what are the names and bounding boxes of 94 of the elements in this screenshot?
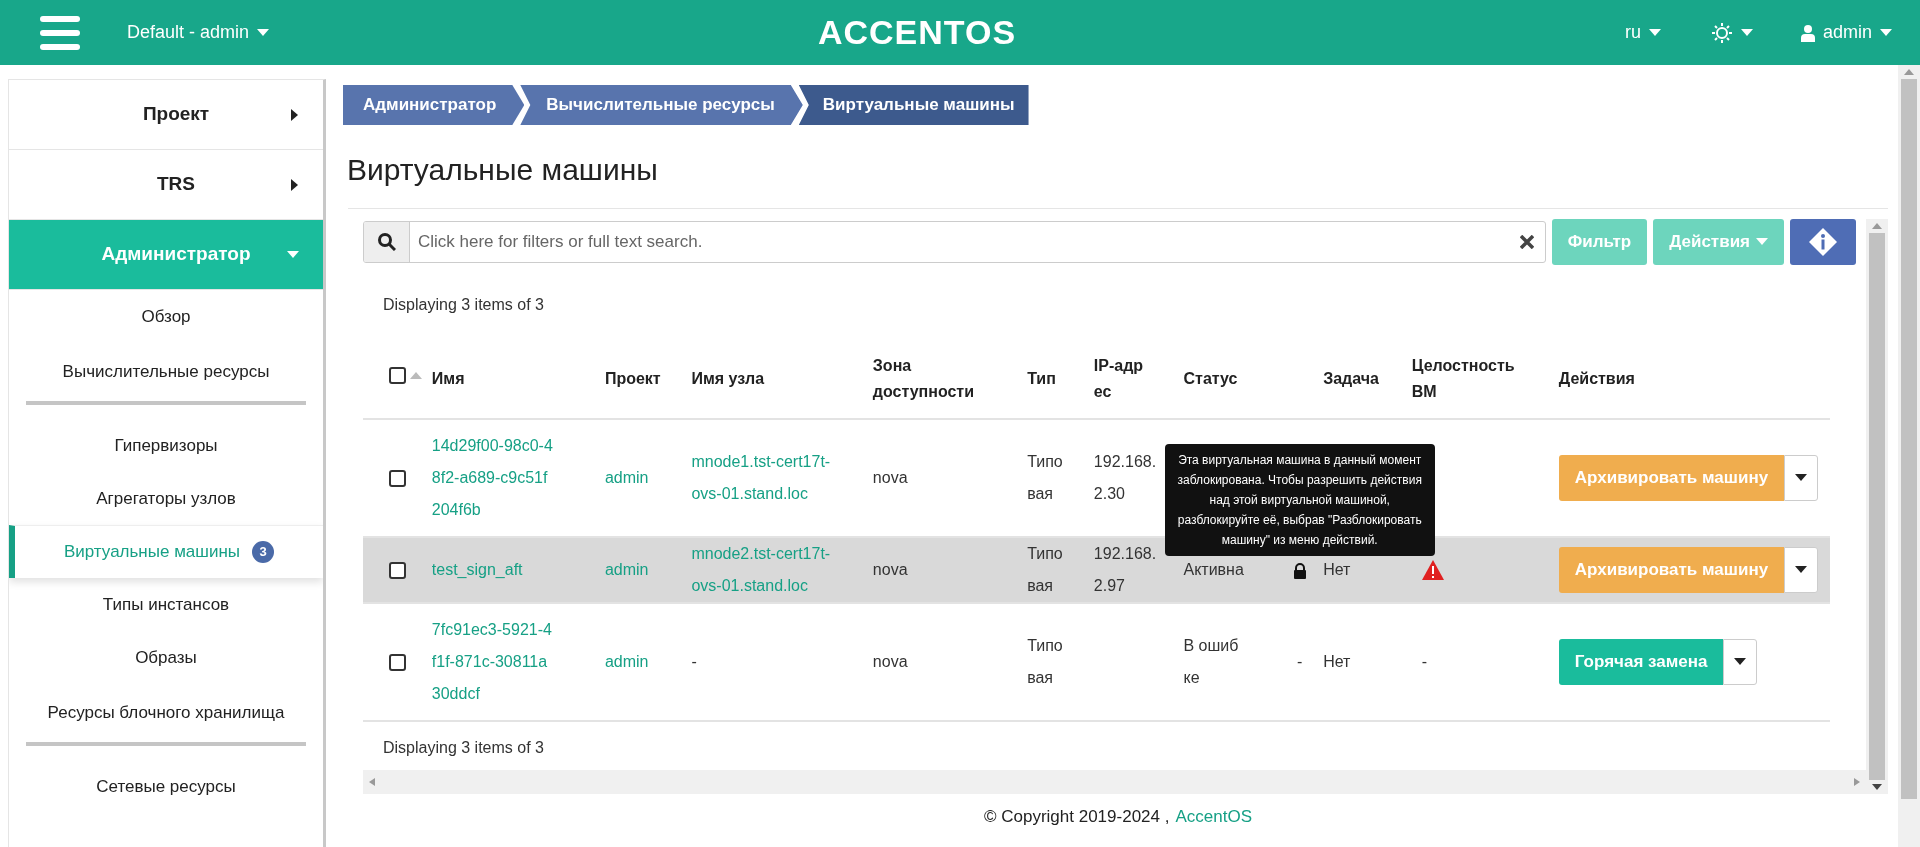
sidebar-group-label: Вычислительные ресурсы — [62, 361, 270, 384]
caret-right-icon — [291, 108, 299, 121]
row-action-button[interactable]: Архивировать машину — [1558, 455, 1785, 501]
actions-button[interactable]: Действия — [1653, 219, 1784, 265]
caret-right-icon — [291, 178, 299, 191]
caret-icon — [1740, 28, 1753, 37]
sidebar-item[interactable]: Виртуальные машины 3 — [9, 525, 323, 578]
status-cell-text: Активна — [1183, 560, 1245, 580]
sidebar-item[interactable]: Типы инстансов — [9, 578, 323, 631]
page-scrollbar[interactable] — [1898, 65, 1920, 847]
sidebar-item[interactable]: Гипервизоры — [9, 419, 323, 472]
logo: ACCENTOS — [817, 12, 1017, 53]
zone-cell: nova — [872, 469, 908, 486]
caret-icon — [257, 28, 270, 37]
filter-button[interactable]: Фильтр — [1551, 219, 1648, 265]
instance-name-link[interactable]: test_sign_aft — [431, 554, 554, 586]
user-menu[interactable]: admin — [1800, 19, 1892, 46]
language-menu[interactable]: ru — [1624, 19, 1661, 46]
column-header: Действия — [1558, 368, 1635, 389]
project-link[interactable]: admin — [604, 469, 649, 486]
caret-icon — [1880, 28, 1892, 37]
column-header: Целостность ВМ — [1411, 355, 1516, 402]
items-count: Displaying 3 items of 3 — [383, 295, 545, 315]
count-badge: 3 — [252, 541, 275, 563]
column-header: IP-адрес — [1093, 355, 1144, 402]
column-header: Зона доступности — [872, 355, 976, 402]
status-cell-text: В ошибке — [1183, 636, 1240, 688]
items-count: Displaying 3 items of 3 — [383, 738, 545, 758]
copyright-text: © Copyright 2019-2024 , — [984, 806, 1170, 828]
lock-icon — [1292, 562, 1307, 579]
scroll-down-icon[interactable] — [1872, 784, 1882, 790]
zone-cell: nova — [872, 653, 908, 670]
sidebar-item[interactable]: Сетевые ресурсы — [9, 760, 323, 813]
project-link[interactable]: admin — [604, 561, 649, 578]
info-icon — [1808, 227, 1838, 257]
row-action-button[interactable]: Архивировать машину — [1558, 547, 1785, 593]
column-header: Тип — [1027, 368, 1056, 389]
select-all-checkbox[interactable] — [388, 366, 406, 384]
sidebar-group-label: Ресурсы блочного хранилища — [47, 702, 285, 725]
integrity-cell: - — [1421, 653, 1428, 670]
accentos-link[interactable]: AccentOS — [1175, 804, 1252, 830]
instance-name-link[interactable]: 7fc91ec3-5921-4f1f-871c-30811a30ddcf — [431, 614, 554, 710]
column-header: Задача — [1323, 368, 1379, 389]
lock-cell: - — [1297, 653, 1303, 670]
column-header: Проект — [604, 368, 661, 389]
warning-icon — [1421, 560, 1444, 580]
sun-icon — [1710, 21, 1733, 44]
vertical-scrollbar[interactable] — [1866, 219, 1888, 794]
zone-cell: nova — [872, 561, 908, 578]
tooltip: Эта виртуальная машина в данный момент заблокирована. Чтобы разрешить действия над этой виртуальной машиной, разблокируйте её, выбрав "Разблокировать машину" из меню действий. — [1164, 444, 1435, 556]
host-link[interactable]: mnode2.tst-cert17t-ovs-01.stand.loc — [691, 538, 832, 602]
row-checkbox[interactable] — [388, 470, 406, 488]
theme-menu[interactable] — [1710, 21, 1753, 44]
instance-name-link[interactable]: 14d29f00-98c0-48f2-a689-c9c51f204f6b — [431, 430, 554, 526]
sort-icon — [409, 371, 422, 379]
ip-cell-text: 192.168.2.97 — [1093, 544, 1158, 596]
row-checkbox[interactable] — [388, 654, 406, 672]
column-header: Статус — [1183, 368, 1238, 389]
clear-icon[interactable] — [1519, 235, 1534, 249]
info-button[interactable] — [1790, 219, 1856, 265]
host-name: - — [691, 653, 697, 670]
caret-icon — [1795, 566, 1808, 574]
user-icon — [1800, 23, 1815, 42]
sidebar-item[interactable]: Агрегаторы узлов — [9, 472, 323, 525]
project-link[interactable]: admin — [604, 653, 649, 670]
sidebar-item[interactable]: Обзор — [9, 290, 323, 343]
type-cell-text: Типовая — [1027, 452, 1064, 504]
sidebar-section[interactable]: Администратор — [9, 220, 323, 290]
dropdown-toggle[interactable] — [1784, 547, 1819, 593]
caret-icon — [1756, 238, 1768, 246]
host-link[interactable]: mnode1.tst-cert17t-ovs-01.stand.loc — [691, 446, 832, 510]
caret-icon — [287, 250, 299, 259]
breadcrumb-link[interactable]: Администратор — [343, 85, 525, 125]
dropdown-toggle[interactable] — [1784, 455, 1819, 501]
type-cell-text: Типовая — [1027, 636, 1064, 688]
project-menu[interactable]: Default - admin — [127, 19, 270, 46]
sidebar-item[interactable]: Образы — [9, 631, 323, 684]
breadcrumb-link[interactable]: Виртуальные машины — [798, 85, 1029, 125]
task-cell: Нет — [1323, 561, 1351, 578]
ip-cell-text: 192.168.2.30 — [1093, 452, 1158, 504]
row-action-button[interactable]: Горячая замена — [1558, 639, 1724, 685]
breadcrumb-link[interactable]: Вычислительные ресурсы — [520, 85, 803, 125]
column-header: Имя — [431, 368, 465, 389]
menu-button[interactable] — [40, 15, 80, 50]
dropdown-toggle[interactable] — [1723, 639, 1758, 685]
type-cell-text: Типовая — [1027, 544, 1064, 596]
caret-icon — [1648, 28, 1661, 37]
caret-icon — [1734, 658, 1747, 666]
search-icon — [377, 233, 396, 251]
column-header: Имя узла — [691, 368, 765, 389]
caret-icon — [1795, 474, 1808, 482]
page-title: Виртуальные машины — [347, 152, 659, 188]
row-checkbox[interactable] — [388, 562, 406, 580]
task-cell: Нет — [1323, 653, 1351, 670]
